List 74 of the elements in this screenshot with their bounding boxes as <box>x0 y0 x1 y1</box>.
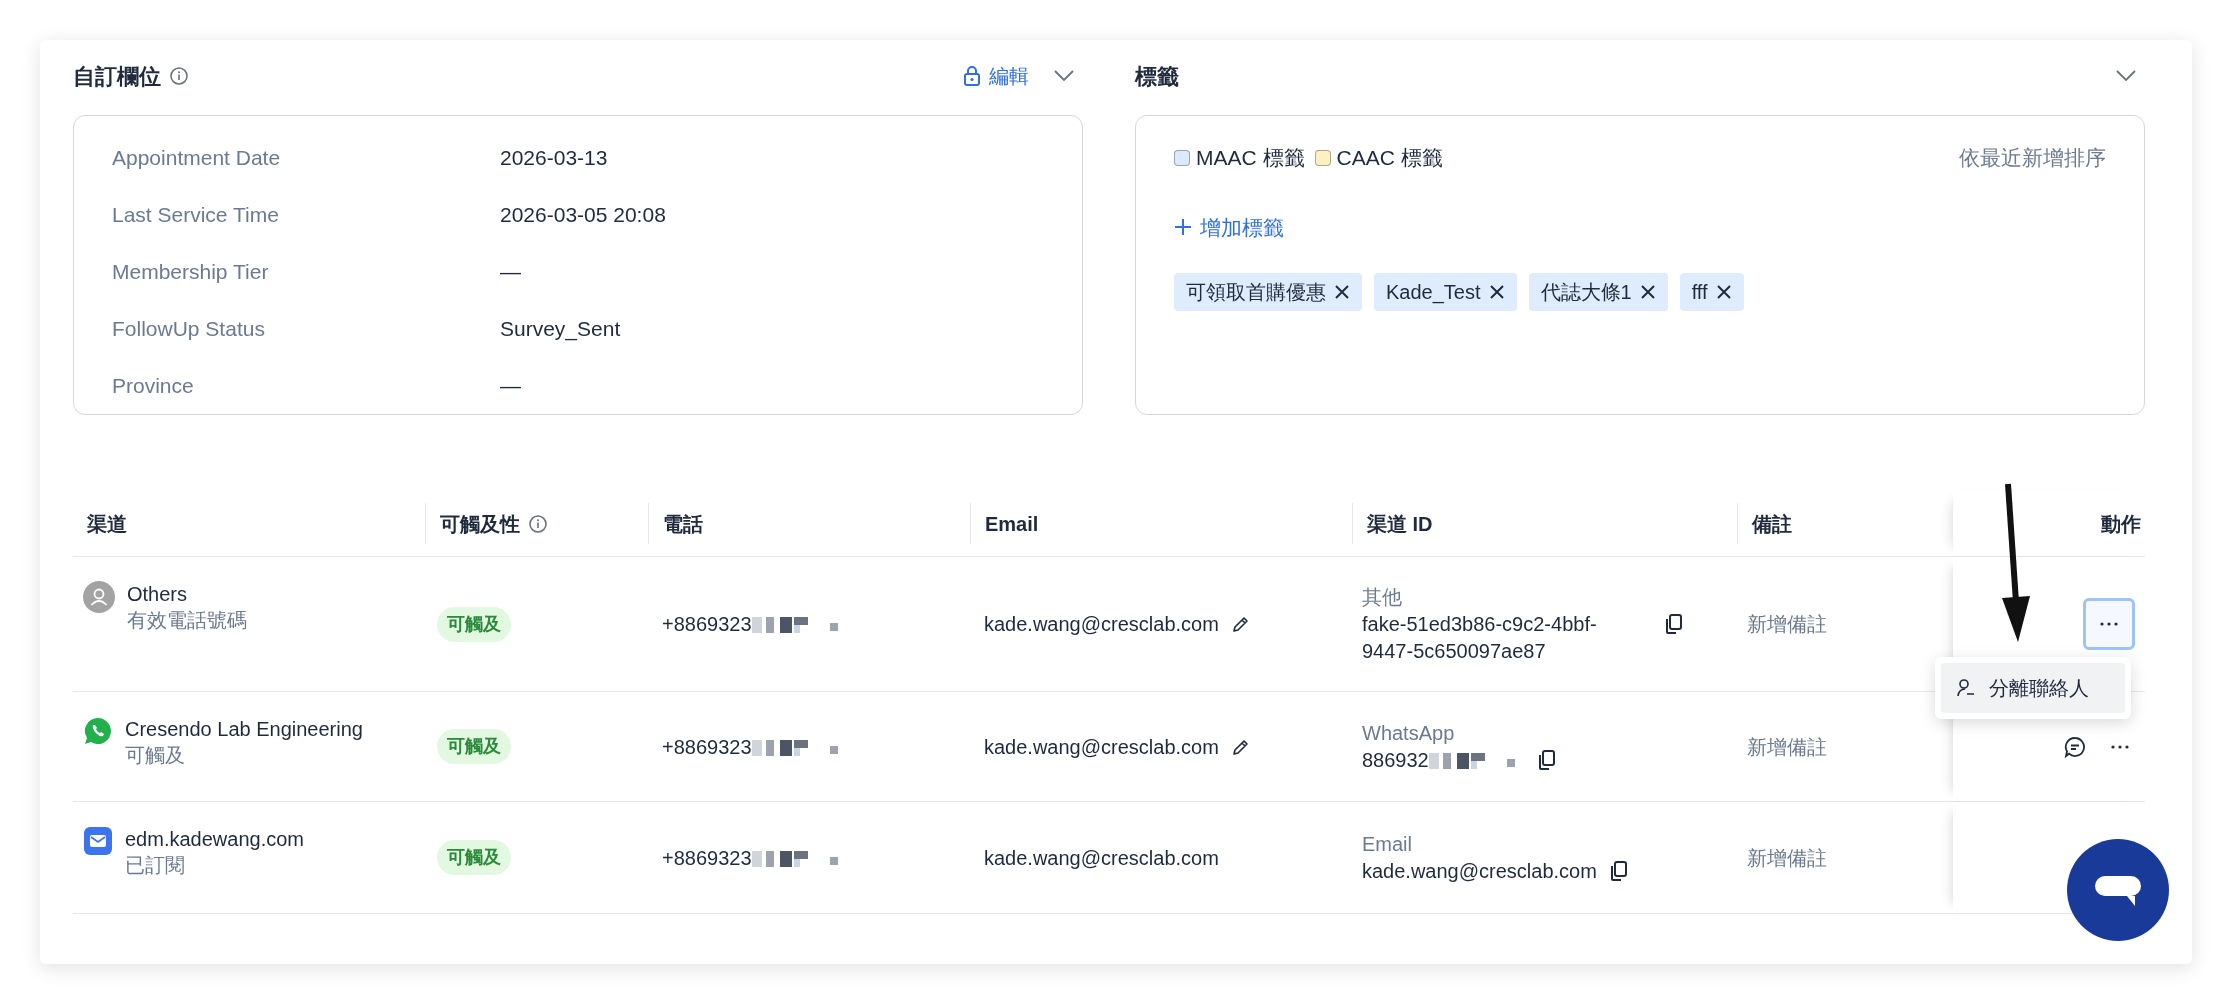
tag-label: Kade_Test <box>1386 280 1481 306</box>
channel-status: 已訂閱 <box>125 853 186 878</box>
envelope-icon <box>83 826 113 856</box>
remove-icon[interactable] <box>1639 284 1656 300</box>
email-address: kade.wang@cresclab.com <box>984 734 1219 760</box>
chevron-down-icon[interactable] <box>1053 69 1075 83</box>
field-label: Province <box>112 374 195 398</box>
copy-icon[interactable] <box>1536 749 1557 771</box>
column-header: 動作 <box>2101 511 2141 537</box>
field-value: — <box>500 260 521 284</box>
legend-label: MAAC 標籤 <box>1196 145 1305 171</box>
channel-type: WhatsApp <box>1362 720 1456 746</box>
field-value: 2026-03-13 <box>500 146 608 170</box>
reachable-badge: 可觸及 <box>437 729 511 764</box>
ellipsis-icon <box>2111 744 2129 749</box>
channel-name: Cresendo Lab Engineering <box>125 717 363 742</box>
whatsapp-icon <box>83 716 113 746</box>
add-tag-button[interactable]: 增加標籤 <box>1174 211 1284 243</box>
plus-icon <box>1174 218 1192 237</box>
column-header: 渠道 <box>87 511 127 537</box>
menu-item[interactable]: 分離聯絡人 <box>1941 663 2125 713</box>
channel-id: kade.wang@cresclab.com <box>1362 858 1597 884</box>
info-icon <box>528 513 548 534</box>
tag-label: 代誌大條1 <box>1540 280 1632 305</box>
channel-type: Email <box>1362 831 1413 857</box>
field-value: Survey_Sent <box>500 317 621 341</box>
pencil-icon[interactable] <box>1230 614 1251 634</box>
chat-icon[interactable] <box>2063 734 2087 759</box>
chevron-down-icon[interactable] <box>2115 69 2137 83</box>
channel-status: 可觸及 <box>125 743 186 768</box>
add-note-link[interactable]: 新增備註 <box>1747 609 1827 639</box>
remove-icon[interactable] <box>1334 284 1350 300</box>
section-title: 標籤 <box>1135 62 1179 91</box>
channel-status: 有效電話號碼 <box>127 608 247 633</box>
phone-number: +8869323 <box>662 612 752 637</box>
field-label: Last Service Time <box>112 203 280 227</box>
column-header: 備註 <box>1752 511 1792 537</box>
add-note-link[interactable]: 新增備註 <box>1747 731 1827 762</box>
phone-number: +8869323 <box>662 734 752 760</box>
tag-label: fff <box>1691 280 1708 305</box>
channel-type: 其他 <box>1362 584 1403 610</box>
column-header: 電話 <box>663 511 703 537</box>
sort-label[interactable]: 依最近新增排序 <box>1959 142 2106 174</box>
remove-icon[interactable] <box>1488 284 1505 300</box>
legend-label: CAAC 標籤 <box>1336 145 1443 171</box>
field-value: — <box>500 374 521 398</box>
field-label: Membership Tier <box>112 260 270 284</box>
column-header: 渠道 ID <box>1367 511 1433 537</box>
field-label: Appointment Date <box>112 146 282 170</box>
edit-button[interactable]: 編輯 <box>963 61 1029 91</box>
copy-icon[interactable] <box>1608 860 1629 882</box>
person-avatar-icon <box>83 581 115 613</box>
field-label: FollowUp Status <box>112 317 266 341</box>
tag-label: 可領取首購優惠 <box>1186 280 1326 305</box>
field-value: 2026-03-05 20:08 <box>500 203 666 227</box>
lock-icon <box>963 65 981 87</box>
channel-id: 886932 <box>1362 747 1429 773</box>
column-header: 可觸及性 <box>440 511 520 537</box>
reachable-badge: 可觸及 <box>437 840 511 875</box>
column-header: Email <box>985 511 1039 537</box>
copy-icon[interactable] <box>1664 613 1684 635</box>
channel-name: Others <box>127 582 189 607</box>
email-address: kade.wang@cresclab.com <box>984 845 1219 871</box>
channel-name: edm.kadewang.com <box>125 827 304 852</box>
add-note-link[interactable]: 新增備註 <box>1747 842 1827 873</box>
section-title: 自訂欄位 <box>73 62 161 91</box>
phone-number: +8869323 <box>662 845 752 871</box>
remove-icon[interactable] <box>1715 284 1732 300</box>
ellipsis-icon <box>2100 622 2118 626</box>
info-icon <box>169 66 189 86</box>
channel-id: fake-51ed3b86-c9c2-4bbf-9447-5c650097ae87 <box>1362 611 1598 664</box>
email-address: kade.wang@cresclab.com <box>984 612 1219 637</box>
reachable-badge: 可觸及 <box>437 606 511 642</box>
unlink-person-icon <box>1955 677 1977 699</box>
